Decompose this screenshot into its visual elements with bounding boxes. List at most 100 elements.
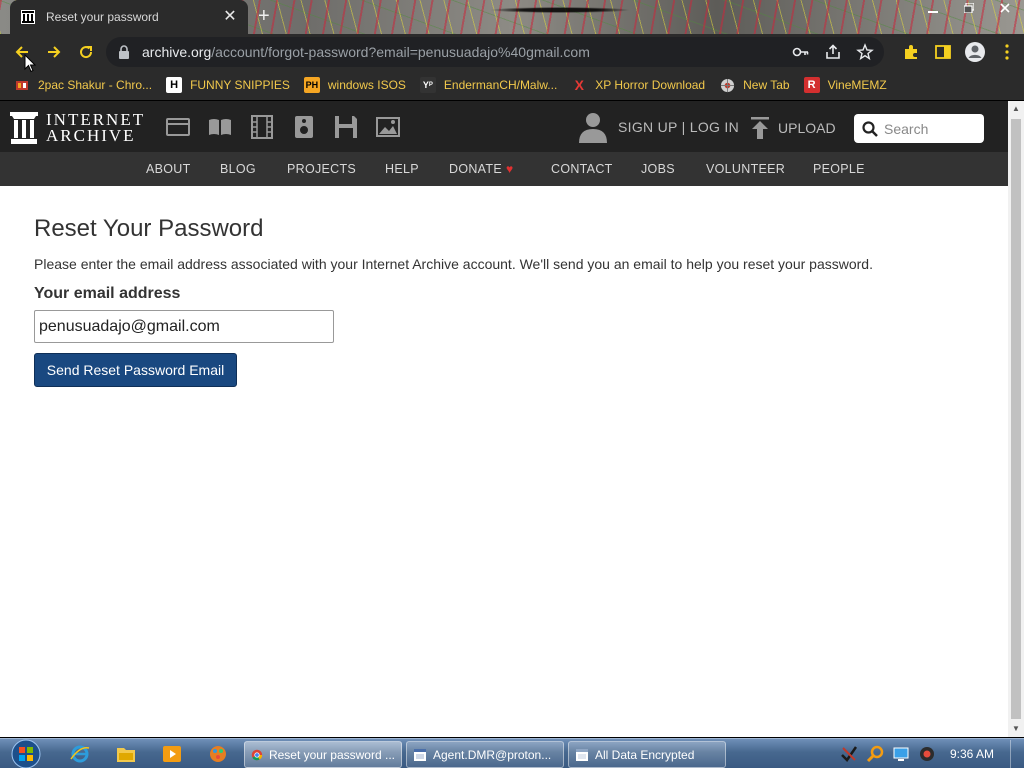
show-desktop-button[interactable]: [1010, 740, 1024, 768]
r-logo-icon: R: [803, 77, 820, 93]
web-icon[interactable]: [166, 115, 190, 139]
windows-logo-icon: [11, 739, 41, 768]
task-chrome[interactable]: Reset your password ...: [244, 741, 402, 768]
toolbar-right: [900, 38, 1018, 66]
start-button[interactable]: [8, 739, 44, 768]
bookmark-label: 2pac Shakur - Chro...: [38, 78, 153, 92]
share-icon[interactable]: [824, 43, 842, 66]
media-player-icon[interactable]: [160, 743, 184, 765]
bookmark-label: windows ISOS: [327, 78, 406, 92]
close-window-button[interactable]: [994, 0, 1016, 16]
email-field[interactable]: [34, 310, 334, 343]
video-film-icon[interactable]: [250, 115, 274, 139]
page-scrollbar[interactable]: ▲ ▼: [1008, 101, 1024, 737]
mouse-cursor-icon: [24, 54, 36, 73]
minimize-button[interactable]: [922, 0, 944, 16]
page-description: Please enter the email address associate…: [34, 256, 873, 272]
ia-nav-bar: ABOUT BLOG PROJECTS HELP DONATE ♥ CONTACT…: [0, 152, 1008, 186]
nav-contact[interactable]: CONTACT: [551, 162, 613, 176]
bookmark-label: FUNNY SNIPPIES: [190, 78, 290, 92]
bookmark-xp-horror[interactable]: X XP Horror Download: [571, 77, 706, 93]
reload-icon: [80, 46, 93, 59]
media-type-icons: [166, 115, 400, 139]
task-all-data-encrypted[interactable]: All Data Encrypted: [568, 741, 726, 768]
windows-taskbar: Reset your password ... Agent.DMR@proton…: [0, 738, 1024, 768]
nav-projects[interactable]: PROJECTS: [287, 162, 356, 176]
kebab-menu-icon[interactable]: [996, 38, 1018, 66]
forward-button[interactable]: [38, 36, 70, 68]
side-panel-icon[interactable]: [932, 38, 954, 66]
search-icon[interactable]: [862, 120, 878, 137]
ia-logo[interactable]: INTERNET ARCHIVE: [10, 111, 145, 145]
bookmark-label: XP Horror Download: [595, 78, 706, 92]
task-label: Agent.DMR@proton...: [433, 747, 552, 762]
user-avatar-icon[interactable]: [578, 111, 608, 143]
audio-speaker-icon[interactable]: [292, 115, 316, 139]
omnibox-actions: [792, 43, 874, 66]
paint-app-icon[interactable]: [206, 743, 230, 765]
send-reset-email-button[interactable]: Send Reset Password Email: [34, 353, 237, 387]
key-icon[interactable]: [792, 43, 810, 66]
scroll-up-icon[interactable]: ▲: [1012, 105, 1020, 113]
nav-volunteer[interactable]: VOLUNTEER: [706, 162, 785, 176]
software-floppy-icon[interactable]: [334, 115, 358, 139]
nav-jobs[interactable]: JOBS: [641, 162, 675, 176]
bookmark-2pac[interactable]: 2pac Shakur - Chro...: [14, 77, 152, 93]
monitor-tray-icon[interactable]: [892, 745, 910, 763]
scroll-down-icon[interactable]: ▼: [1012, 725, 1020, 733]
nav-donate[interactable]: DONATE ♥: [449, 162, 513, 176]
restore-button[interactable]: [958, 0, 980, 16]
system-tray: [840, 745, 936, 763]
heart-icon: ♥: [505, 162, 514, 176]
profile-avatar-icon[interactable]: [964, 38, 986, 66]
bookmark-label: EndermanCH/Malw...: [443, 78, 558, 92]
images-icon[interactable]: [376, 115, 400, 139]
bookmark-endermanch[interactable]: YP EndermanCH/Malw...: [419, 77, 558, 93]
archive-building-icon: [20, 9, 36, 25]
texts-book-icon[interactable]: [208, 115, 232, 139]
bookmark-new-tab[interactable]: New Tab: [719, 77, 790, 93]
chrome-icon: [251, 749, 263, 760]
explorer-folder-icon[interactable]: [114, 743, 138, 765]
task-agent-dmr[interactable]: Agent.DMR@proton...: [406, 741, 564, 768]
ia-top-bar: INTERNET ARCHIVE SIGN UP | LOG IN UPLOAD: [0, 101, 1008, 152]
bookmark-funny-snippies[interactable]: H FUNNY SNIPPIES: [166, 77, 290, 93]
bookmark-star-icon[interactable]: [856, 43, 874, 66]
close-tab-icon[interactable]: ✕: [222, 9, 238, 25]
address-bar[interactable]: archive.org/account/forgot-password?emai…: [106, 37, 884, 67]
url-host: archive.org: [142, 44, 212, 60]
reload-button[interactable]: [70, 36, 102, 68]
nav-blog[interactable]: BLOG: [220, 162, 256, 176]
bookmark-windows-isos[interactable]: PH windows ISOS: [303, 77, 406, 93]
window-controls: [922, 0, 1016, 16]
scroll-thumb[interactable]: [1011, 119, 1021, 719]
page-viewport: INTERNET ARCHIVE SIGN UP | LOG IN UPLOAD…: [0, 101, 1008, 737]
new-tab-button[interactable]: +: [258, 6, 270, 26]
nav-help[interactable]: HELP: [385, 162, 419, 176]
internet-explorer-icon[interactable]: [68, 743, 92, 765]
nav-about[interactable]: ABOUT: [146, 162, 191, 176]
h-logo-icon: H: [166, 77, 183, 93]
tab-reset-password[interactable]: Reset your password ✕: [10, 0, 248, 34]
nav-people[interactable]: PEOPLE: [813, 162, 865, 176]
record-tray-icon[interactable]: [918, 745, 936, 763]
upload-link[interactable]: UPLOAD: [750, 117, 836, 139]
globe-icon: [719, 77, 735, 93]
window-app-icon: [576, 748, 588, 761]
archive-building-icon: [10, 112, 38, 144]
search-tray-icon[interactable]: [866, 745, 884, 763]
browser-tab-strip: Reset your password ✕ +: [0, 0, 1024, 34]
check-tray-icon[interactable]: [840, 745, 858, 763]
extensions-puzzle-icon[interactable]: [900, 38, 922, 66]
logo-line-2: ARCHIVE: [46, 126, 136, 145]
search-input[interactable]: [884, 120, 980, 137]
bookmark-label: VineMEMZ: [827, 78, 887, 92]
clock[interactable]: 9:36 AM: [950, 747, 994, 761]
bookmarks-bar: 2pac Shakur - Chro... H FUNNY SNIPPIES P…: [0, 70, 1024, 100]
signup-login-link[interactable]: SIGN UP | LOG IN: [618, 119, 739, 135]
browser-toolbar: archive.org/account/forgot-password?emai…: [0, 34, 1024, 70]
upload-arrow-icon: [751, 117, 769, 139]
forward-arrow-icon: [48, 46, 61, 58]
ph-logo-icon: PH: [303, 77, 320, 93]
bookmark-vinememz[interactable]: R VineMEMZ: [803, 77, 887, 93]
